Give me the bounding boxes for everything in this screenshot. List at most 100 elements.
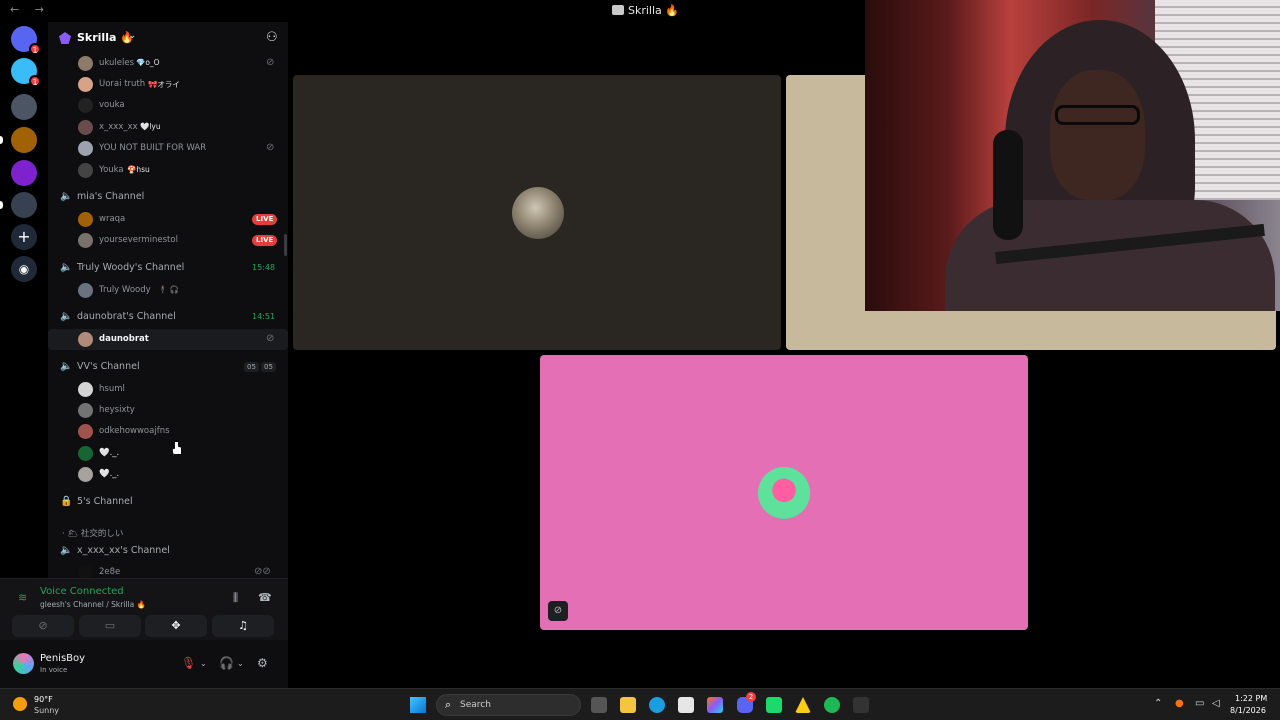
weather-icon[interactable] [13,697,27,711]
server-icon[interactable]: 1 [11,58,41,87]
chevron-down-icon[interactable]: ⌄ [128,30,136,41]
taskbar-search[interactable]: ⌕ Search [436,694,581,716]
avatar [78,565,93,578]
channel-name: mia's Channel [77,191,145,202]
server-icon[interactable] [11,192,37,218]
screen-share-button[interactable]: ▭ [79,615,141,637]
user-name[interactable]: PenisBoy [40,653,85,664]
member-name: odkehowwoajfns [99,426,170,436]
noise-suppression-icon[interactable]: ⫼ [233,591,238,605]
copilot-icon[interactable] [707,697,723,713]
live-badge: LIVE [252,235,278,246]
app-icon[interactable] [853,697,869,713]
clock-date[interactable]: 8/1/2026 [1230,706,1266,715]
muted-mic-icon: ⊘ [548,601,568,621]
weather-temp: 90°F [34,695,53,704]
voice-member[interactable]: Uorai truth 🎀オライ [48,74,288,95]
headphones-icon[interactable]: 🎧 [219,656,234,670]
add-server-icon[interactable]: + [11,224,37,250]
add-member-icon[interactable]: ⚇ [266,30,278,45]
camera-off-button[interactable]: ⊘ [12,615,74,637]
windows-start-icon[interactable] [410,697,426,713]
voice-member[interactable]: hsuml [48,379,288,400]
soundboard-button[interactable]: ♫ [212,615,274,637]
member-name: vouka [99,100,125,110]
voice-member[interactable]: vouka [48,95,288,116]
network-icon[interactable]: ▭ [1195,698,1204,709]
voice-member[interactable]: 2e8e ⊘⊘ [48,562,288,578]
app-icon[interactable] [766,697,782,713]
avatar[interactable] [13,653,34,674]
avatar [78,403,93,418]
voice-status[interactable]: Voice Connected [40,586,124,597]
spotify-icon[interactable] [824,697,840,713]
voice-member[interactable]: YOU NOT BUILT FOR WAR ⊘ [48,138,288,159]
disconnect-icon[interactable]: ☎ [258,591,272,604]
webcam-face [1050,70,1145,200]
home-icon[interactable]: 1 [11,26,41,55]
server-indicator [0,136,3,144]
member-tag: 🍄hsu [127,165,150,174]
warning-icon[interactable] [795,697,811,713]
voice-member[interactable]: ukuleles 💎o_O ⊘ [48,53,288,74]
member-name: heysixty [99,405,135,415]
voice-member[interactable]: odkehowwoajfns [48,421,288,442]
voice-channel-daunobrat[interactable]: 🔈 daunobrat's Channel 14:51 [48,306,288,328]
discover-icon[interactable]: ◉ [11,256,37,282]
voice-member[interactable]: x_xxx_xx 🤍lyu [48,117,288,138]
mic-muted-icon[interactable]: 🎙 [181,656,196,670]
search-placeholder: Search [460,700,491,710]
store-icon[interactable] [678,697,694,713]
avatar [78,467,93,482]
voice-member[interactable]: Youka 🍄hsu [48,160,288,181]
voice-member[interactable]: 🤍._. [48,464,288,485]
member-name: Truly Woody [99,285,151,295]
server-icon[interactable] [11,127,37,153]
edge-icon[interactable] [649,697,665,713]
task-view-icon[interactable] [591,697,607,713]
nav-arrows[interactable]: ← → [10,3,50,16]
voice-channel-xxx[interactable]: 🔈 x_xxx_xx's Channel [48,540,288,562]
chevron-down-icon[interactable]: ⌄ [200,659,207,668]
voice-channel-vv[interactable]: 🔈 VV's Channel 05 05 [48,356,288,378]
participant-tile[interactable] [293,75,781,350]
member-tag: 🎀オライ [148,80,180,89]
voice-member[interactable]: heysixty [48,400,288,421]
avatar [78,212,93,227]
guild-header[interactable]: Skrilla 🔥 ⌄ ⚇ [48,22,288,54]
voice-channel-woody[interactable]: 🔈 Truly Woody's Channel 15:48 [48,257,288,279]
member-name: hsuml [99,384,125,394]
member-name: ukuleles [99,58,135,68]
guild-name: Skrilla 🔥 [77,31,134,44]
webcam-glasses [1055,105,1140,125]
activities-button[interactable]: ✥ [145,615,207,637]
voice-channel-five[interactable]: 🔒 5's Channel [48,491,288,513]
webcam-microphone [993,130,1023,240]
speaker-icon: 🔈 [60,191,73,202]
member-name: x_xxx_xx [99,122,138,132]
scrollbar[interactable] [284,234,287,256]
volume-icon[interactable]: ◁ [1212,698,1220,709]
avatar [78,233,93,248]
chevron-down-icon[interactable]: ⌄ [237,659,244,668]
server-icon[interactable] [11,160,37,186]
channel-name: Truly Woody's Channel [77,262,185,273]
avatar [78,446,93,461]
clock-time[interactable]: 1:22 PM [1235,694,1267,703]
gear-icon[interactable]: ⚙ [257,656,268,670]
voice-location[interactable]: gleesh's Channel / Skrilla 🔥 [40,600,146,609]
voice-member[interactable]: Truly Woody 🕴 🎧 [48,280,288,301]
server-icon[interactable] [11,94,37,120]
voice-member[interactable]: yourseverminestol LIVE [48,230,288,251]
voice-member-selected[interactable]: daunobrat ⊘ [48,329,288,350]
member-name: YOU NOT BUILT FOR WAR [99,143,207,153]
voice-member[interactable]: 🤍._. [48,443,288,464]
voice-member[interactable]: wraqa LIVE [48,209,288,230]
user-status: In voice [40,666,68,674]
chevron-up-icon[interactable]: ⌃ [1154,698,1162,709]
voice-channel-mias[interactable]: 🔈 mia's Channel [48,186,288,208]
participant-tile[interactable]: ⊘ [540,355,1028,630]
file-explorer-icon[interactable] [620,697,636,713]
mic-icon[interactable]: ● [1175,698,1184,709]
muted-mic-icon: ⊘ [266,333,275,344]
